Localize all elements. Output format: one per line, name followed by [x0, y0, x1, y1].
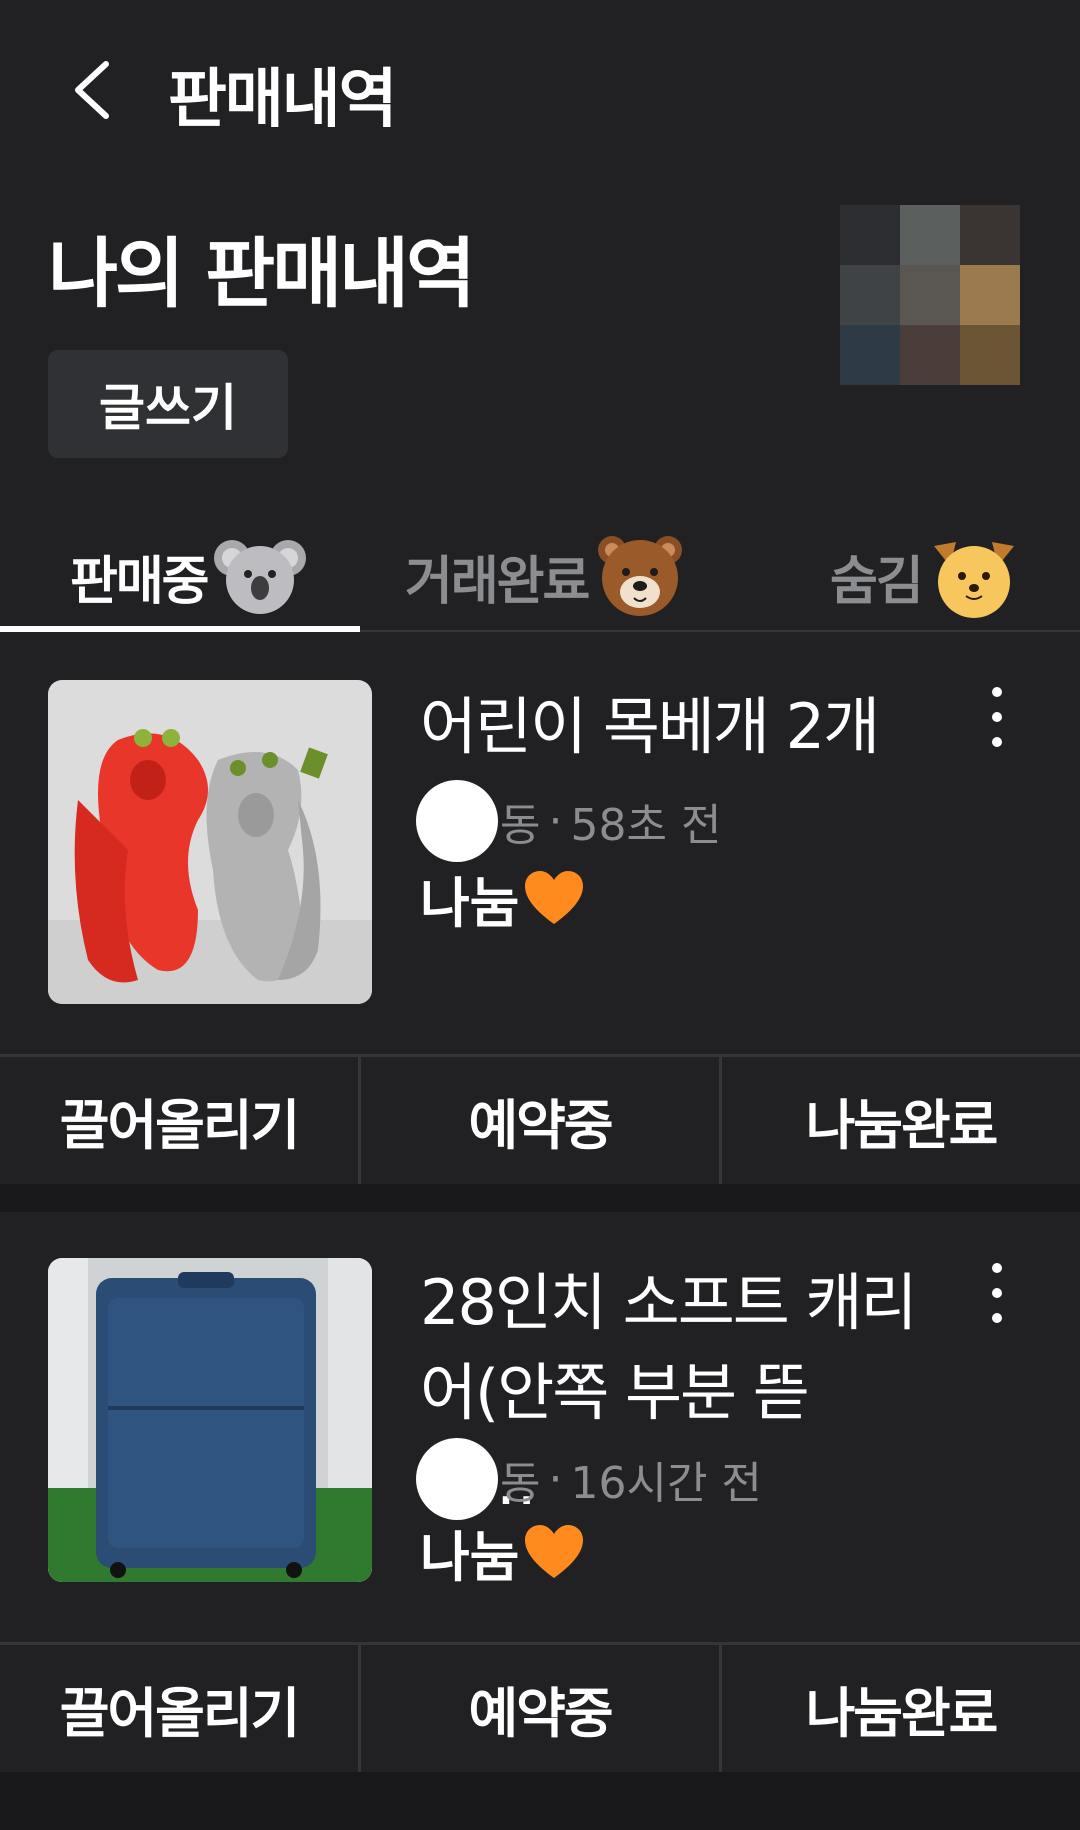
- tab-hidden-label: 숨김: [830, 551, 924, 612]
- item-price-label: 나눔: [420, 1525, 520, 1589]
- tab-selling-label: 판매중: [70, 551, 210, 612]
- item-location: 동: [500, 1458, 541, 1509]
- tab-hidden[interactable]: 숨김: [830, 520, 1022, 632]
- koala-icon: [212, 528, 308, 624]
- item-meta: 동 · 16시간 전: [416, 1438, 762, 1520]
- neck-pillow-photo: [48, 680, 372, 1004]
- suitcase-photo: [48, 1258, 372, 1582]
- reserved-button[interactable]: 예약중: [361, 1645, 722, 1772]
- meta-separator: ·: [548, 1453, 563, 1505]
- app-bar-title: 판매내역: [168, 63, 398, 137]
- tab-completed-label: 거래완료: [405, 551, 590, 612]
- item-action-bar: 끌어올리기 예약중 나눔완료: [0, 1054, 1080, 1184]
- orange-heart-icon: [521, 868, 587, 928]
- item-time: 16시간 전: [570, 1458, 762, 1509]
- share-complete-button[interactable]: 나눔완료: [722, 1645, 1080, 1772]
- item-price-label: 나눔: [420, 871, 520, 935]
- page-heading: 나의 판매내역: [48, 229, 476, 318]
- item-meta: 동 · 58초 전: [416, 780, 722, 862]
- item-price: 나눔: [420, 862, 587, 935]
- item-price: 나눔: [420, 1516, 587, 1589]
- item-thumbnail[interactable]: [48, 1258, 372, 1582]
- item-thumbnail[interactable]: [48, 680, 372, 1004]
- bump-up-button[interactable]: 끌어올리기: [0, 1645, 361, 1772]
- meta-separator: ·: [548, 795, 563, 847]
- dog-icon: [926, 528, 1022, 624]
- more-vertical-icon: [992, 687, 1002, 747]
- tab-completed[interactable]: 거래완료: [405, 520, 688, 632]
- item-more-menu-button[interactable]: [975, 682, 1019, 752]
- item-location: 동: [500, 800, 541, 851]
- bear-icon: [592, 528, 688, 624]
- sales-status-tabs: 판매중 거래완료 숨김: [0, 520, 1080, 632]
- location-redaction: [416, 780, 498, 862]
- card-divider: [0, 1772, 1080, 1830]
- profile-avatar[interactable]: [840, 205, 1020, 385]
- share-complete-button[interactable]: 나눔완료: [722, 1057, 1080, 1184]
- item-more-menu-button[interactable]: [975, 1258, 1019, 1328]
- item-time: 58초 전: [570, 800, 722, 851]
- orange-heart-icon: [521, 1522, 587, 1582]
- more-vertical-icon: [992, 1263, 1002, 1323]
- bump-up-button[interactable]: 끌어올리기: [0, 1057, 361, 1184]
- chevron-left-icon: [75, 61, 109, 119]
- write-post-button[interactable]: 글쓰기: [48, 350, 288, 458]
- active-tab-indicator: [0, 626, 360, 632]
- blurred-avatar-image: [840, 205, 1020, 385]
- back-button[interactable]: [60, 50, 130, 130]
- top-app-bar: 판매내역: [0, 0, 1080, 175]
- item-title[interactable]: 어린이 목베개 2개: [420, 682, 920, 772]
- location-redaction: [416, 1438, 498, 1520]
- reserved-button[interactable]: 예약중: [361, 1057, 722, 1184]
- tab-selling[interactable]: 판매중: [70, 520, 308, 632]
- item-action-bar: 끌어올리기 예약중 나눔완료: [0, 1642, 1080, 1772]
- card-divider: [0, 1184, 1080, 1212]
